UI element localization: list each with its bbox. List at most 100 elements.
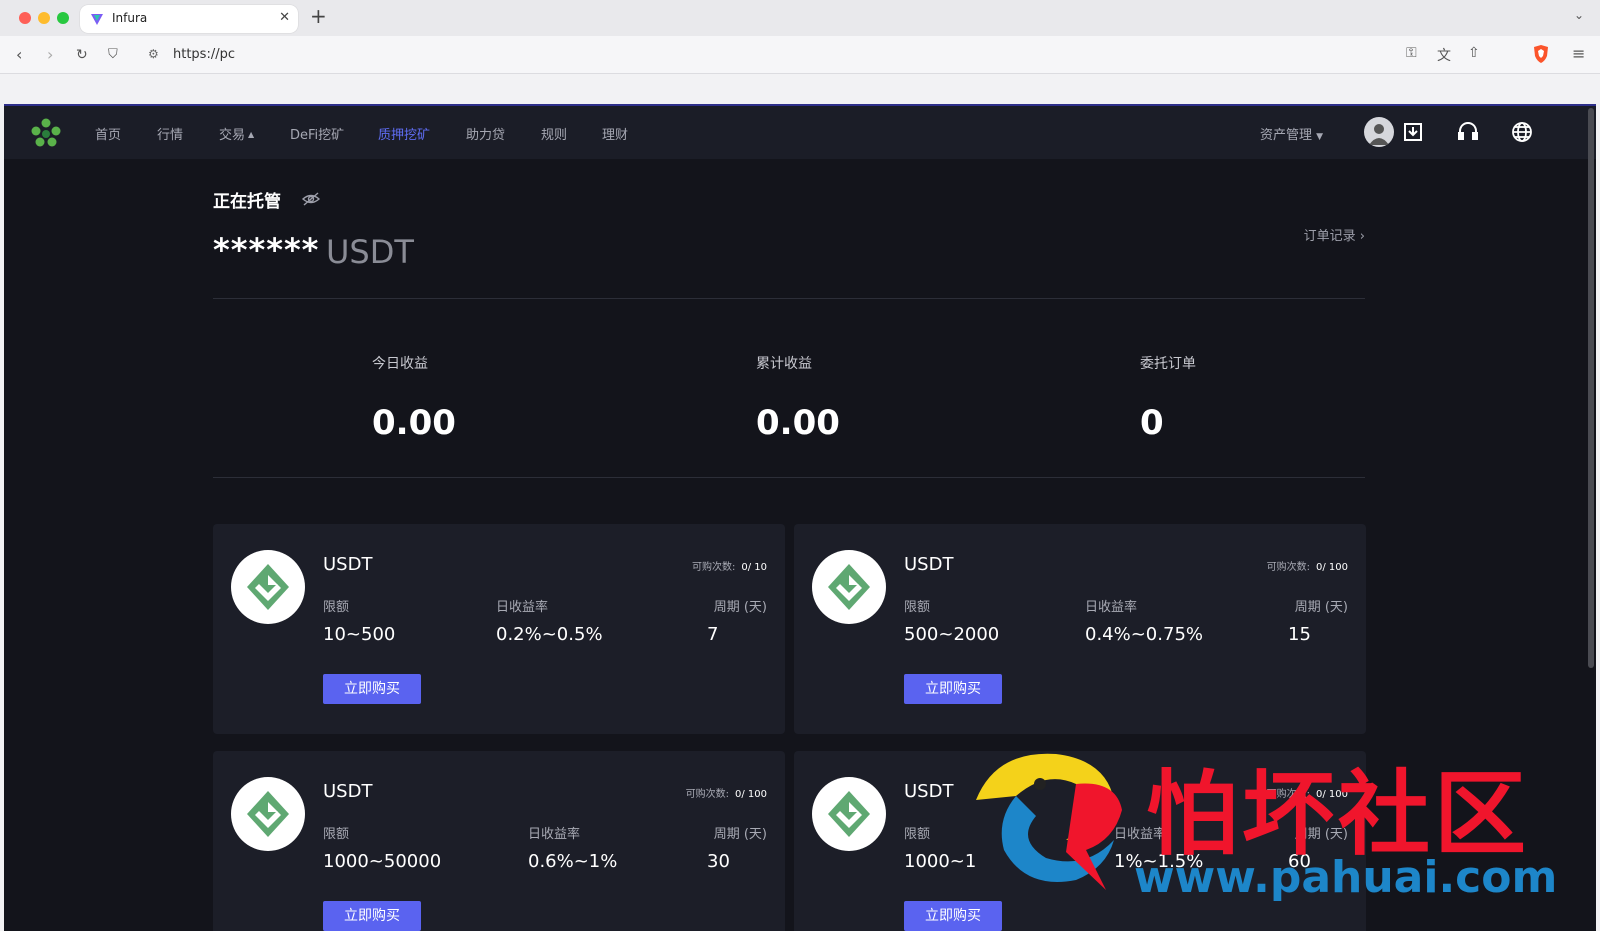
balance-unit: USDT xyxy=(326,233,414,271)
browser-tab[interactable]: Infura ✕ xyxy=(80,5,298,33)
download-icon[interactable] xyxy=(1401,120,1425,144)
nav-loan[interactable]: 助力贷 xyxy=(466,124,505,143)
order-records-label: 订单记录 xyxy=(1303,229,1356,244)
nav-trade-label: 交易 xyxy=(219,128,246,143)
quota-label: 可购次数: xyxy=(691,562,736,573)
nav-trade[interactable]: 交易 ▲ xyxy=(219,124,254,143)
stat-label: 累计收益 xyxy=(756,356,812,372)
buy-now-button[interactable]: 立即购买 xyxy=(323,674,421,704)
quota-used: 0/ xyxy=(1315,562,1326,573)
share-icon[interactable]: ⇧ xyxy=(1468,45,1480,61)
divider xyxy=(213,477,1365,478)
product-card: USDT 可购次数: 0/ 100 限额 日收益率 周期 (天) 1000~500… xyxy=(213,751,785,931)
bookmark-icon[interactable]: ⛉ xyxy=(108,45,118,65)
product-name: USDT xyxy=(323,554,373,575)
page-scrollbar[interactable] xyxy=(1588,108,1594,668)
product-name: USDT xyxy=(904,781,954,802)
back-icon[interactable]: ‹ xyxy=(16,45,22,65)
order-records-link[interactable]: 订单记录 › xyxy=(1304,225,1365,244)
new-tab-button[interactable]: + xyxy=(310,6,327,26)
close-window-button[interactable] xyxy=(19,12,31,24)
hosting-title: 正在托管 xyxy=(213,192,281,212)
daily-rate-label: 日收益率 xyxy=(528,827,581,842)
period-value: 15 xyxy=(1288,624,1311,645)
quota-total: 10 xyxy=(754,562,767,573)
usdt-coin-icon xyxy=(812,777,886,851)
nav-rules[interactable]: 规则 xyxy=(541,124,567,143)
zoom-window-button[interactable] xyxy=(57,12,69,24)
close-tab-icon[interactable]: ✕ xyxy=(279,10,290,25)
brave-shield-icon[interactable] xyxy=(1532,44,1550,64)
quota-total: 100 xyxy=(747,789,767,800)
browser-titlebar: Infura ✕ + ⌄ xyxy=(0,0,1600,36)
usdt-coin-icon xyxy=(812,550,886,624)
url-text[interactable]: https://pc xyxy=(173,47,235,62)
translate-icon[interactable]: 文 xyxy=(1437,45,1451,65)
quota-label: 可购次数: xyxy=(685,789,729,800)
forward-icon[interactable]: › xyxy=(47,45,53,65)
nav-defi-mining[interactable]: DeFi挖矿 xyxy=(290,124,344,143)
top-navbar: 首页 行情 交易 ▲ DeFi挖矿 质押挖矿 助力贷 规则 理财 资产管理 ▼ xyxy=(4,104,1596,159)
usdt-coin-icon xyxy=(231,777,305,851)
address-bar[interactable]: ⚙ https://pc xyxy=(138,40,1518,70)
limit-value: 10~500 xyxy=(323,624,396,645)
stat-label: 委托订单 xyxy=(1140,356,1196,372)
usdt-coin-icon xyxy=(231,550,305,624)
limit-label: 限额 xyxy=(323,600,350,615)
menu-icon[interactable]: ≡ xyxy=(1572,44,1585,63)
reload-icon[interactable]: ↻ xyxy=(76,45,88,65)
period-value: 7 xyxy=(707,624,719,645)
product-card: USDT 可购次数: 0/ 100 限额 日收益率 周期 (天) 500~2000… xyxy=(794,524,1366,734)
stat-entrusted-orders: 委托订单 0 xyxy=(1140,353,1196,443)
watermark-url-text: www.pahuai.com xyxy=(1134,852,1558,903)
globe-icon[interactable] xyxy=(1510,120,1534,144)
nav-staking-mining[interactable]: 质押挖矿 xyxy=(378,124,430,143)
browser-toolbar: ‹ › ↻ ⛉ ⚙ https://pc ⚿ 文 ⇧ ≡ xyxy=(0,36,1600,74)
stat-value: 0.00 xyxy=(372,403,456,443)
period-label: 周期 (天) xyxy=(1294,600,1348,615)
eye-hidden-icon[interactable] xyxy=(301,189,321,209)
headset-icon[interactable] xyxy=(1456,120,1480,144)
stat-value: 0 xyxy=(1140,403,1164,443)
product-name: USDT xyxy=(904,554,954,575)
purchase-quota: 可购次数: 0/ 100 xyxy=(686,785,767,800)
period-value: 30 xyxy=(707,851,730,872)
caret-down-icon: ▼ xyxy=(1316,132,1324,142)
stat-value: 0.00 xyxy=(756,403,840,443)
fish-logo-icon xyxy=(976,753,1122,890)
nav-market[interactable]: 行情 xyxy=(157,124,183,143)
limit-value: 500~2000 xyxy=(904,624,1000,645)
asset-management-label: 资产管理 xyxy=(1260,128,1313,143)
site-settings-icon[interactable]: ⚙ xyxy=(148,47,159,61)
nav-finance[interactable]: 理财 xyxy=(602,124,628,143)
stat-label: 今日收益 xyxy=(372,356,428,372)
watermark: 怕坏社区 www.pahuai.com xyxy=(956,740,1558,910)
daily-rate-label: 日收益率 xyxy=(1085,600,1138,615)
buy-now-button[interactable]: 立即购买 xyxy=(904,674,1002,704)
minimize-window-button[interactable] xyxy=(38,12,50,24)
nav-home[interactable]: 首页 xyxy=(95,124,121,143)
divider xyxy=(213,298,1365,299)
balance-masked: ****** xyxy=(213,231,320,269)
product-card: USDT 可购次数: 0/ 10 限额 日收益率 周期 (天) 10~500 0.… xyxy=(213,524,785,734)
period-label: 周期 (天) xyxy=(713,600,767,615)
key-icon[interactable]: ⚿ xyxy=(1406,45,1417,61)
daily-rate-label: 日收益率 xyxy=(496,600,549,615)
stat-today-earnings: 今日收益 0.00 xyxy=(372,353,456,443)
quota-label: 可购次数: xyxy=(1266,562,1310,573)
quota-total: 100 xyxy=(1328,562,1348,573)
avatar[interactable] xyxy=(1364,117,1394,147)
purchase-quota: 可购次数: 0/ 100 xyxy=(1267,558,1348,573)
buy-now-button[interactable]: 立即购买 xyxy=(323,901,421,931)
user-icon xyxy=(1369,124,1389,145)
infura-favicon-icon xyxy=(91,14,103,25)
daily-rate-value: 0.2%~0.5% xyxy=(496,624,603,645)
site-logo-icon[interactable] xyxy=(30,117,62,149)
chevron-right-icon: › xyxy=(1359,229,1365,244)
caret-up-icon: ▲ xyxy=(248,130,255,139)
limit-label: 限额 xyxy=(904,600,931,615)
period-label: 周期 (天) xyxy=(713,827,767,842)
asset-management-menu[interactable]: 资产管理 ▼ xyxy=(1260,124,1323,143)
tab-list-chevron-icon[interactable]: ⌄ xyxy=(1574,8,1584,22)
quota-used: 0/ xyxy=(741,562,752,573)
